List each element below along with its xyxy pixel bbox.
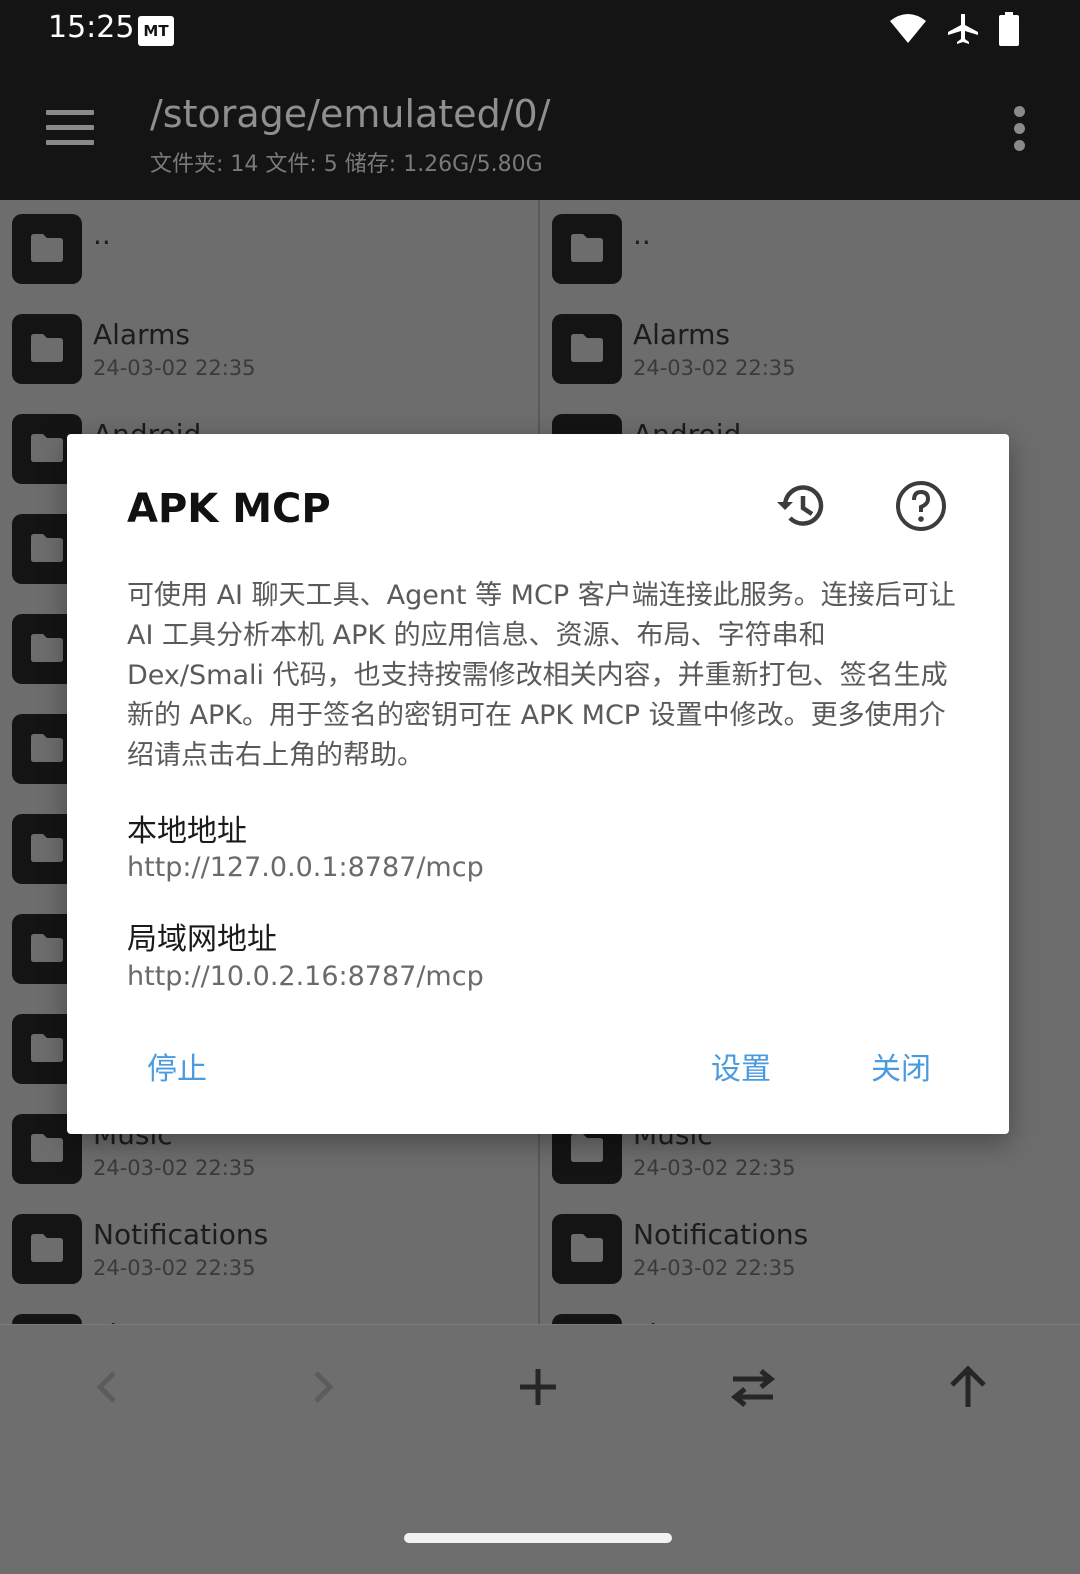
swap-icon[interactable] <box>723 1357 783 1417</box>
bottom-action-bar <box>0 1324 1080 1574</box>
close-button[interactable]: 关闭 <box>871 1044 931 1088</box>
mt-app-icon: MT <box>138 16 174 46</box>
folder-icon <box>12 1214 82 1284</box>
current-path[interactable]: /storage/emulated/0/ <box>150 92 550 136</box>
status-bar: 15:25 MT <box>0 0 1080 62</box>
airplane-icon <box>948 14 978 44</box>
help-icon[interactable] <box>891 476 951 536</box>
local-address-label: 本地地址 <box>127 814 247 849</box>
folder-icon <box>12 214 82 284</box>
file-date: 24-03-02 22:35 <box>633 1256 796 1280</box>
home-indicator[interactable] <box>404 1533 672 1543</box>
file-row[interactable]: Pictures <box>0 1300 538 1324</box>
app-toolbar: /storage/emulated/0/ 文件夹: 14 文件: 5 储存: 1… <box>0 62 1080 200</box>
stop-button[interactable]: 停止 <box>147 1044 207 1088</box>
forward-icon[interactable] <box>292 1357 352 1417</box>
more-options-icon[interactable] <box>1014 106 1028 152</box>
add-icon[interactable] <box>508 1357 568 1417</box>
dialog-title: APK MCP <box>127 486 331 532</box>
lan-address-label: 局域网地址 <box>127 922 277 957</box>
file-date: 24-03-02 22:35 <box>93 1256 256 1280</box>
file-row[interactable]: .. <box>540 200 1080 300</box>
file-name: Notifications <box>633 1218 809 1251</box>
history-icon[interactable] <box>771 476 831 536</box>
lan-address-value[interactable]: http://10.0.2.16:8787/mcp <box>127 961 484 992</box>
folder-icon <box>12 1314 82 1324</box>
file-name: Alarms <box>633 318 730 351</box>
file-row[interactable]: Alarms 24-03-02 22:35 <box>540 300 1080 400</box>
menu-icon[interactable] <box>46 110 94 146</box>
status-time: 15:25 <box>48 10 135 45</box>
back-icon[interactable] <box>78 1357 138 1417</box>
folder-icon <box>552 314 622 384</box>
file-date: 24-03-02 22:35 <box>633 1156 796 1180</box>
folder-icon <box>12 314 82 384</box>
file-name: .. <box>633 218 651 251</box>
file-row[interactable]: Notifications 24-03-02 22:35 <box>540 1200 1080 1300</box>
folder-icon <box>552 214 622 284</box>
file-date: 24-03-02 22:35 <box>633 356 796 380</box>
local-address-value[interactable]: http://127.0.0.1:8787/mcp <box>127 852 484 883</box>
file-date: 24-03-02 22:35 <box>93 1156 256 1180</box>
file-date: 24-03-02 22:35 <box>93 356 256 380</box>
file-row[interactable]: Notifications 24-03-02 22:35 <box>0 1200 538 1300</box>
file-name: .. <box>93 218 111 251</box>
up-arrow-icon[interactable] <box>938 1357 998 1417</box>
file-row[interactable]: Pictures <box>540 1300 1080 1324</box>
file-row[interactable]: .. <box>0 200 538 300</box>
folder-icon <box>552 1214 622 1284</box>
file-name: Notifications <box>93 1218 269 1251</box>
storage-summary: 文件夹: 14 文件: 5 储存: 1.26G/5.80G <box>150 152 543 177</box>
settings-button[interactable]: 设置 <box>711 1044 771 1088</box>
apk-mcp-dialog: APK MCP 可使用 AI 聊天工具、Agent 等 MCP 客户端连接此服务… <box>67 434 1009 1134</box>
file-name: Alarms <box>93 318 190 351</box>
file-row[interactable]: Alarms 24-03-02 22:35 <box>0 300 538 400</box>
battery-icon <box>999 12 1019 46</box>
folder-icon <box>552 1314 622 1324</box>
dialog-description: 可使用 AI 聊天工具、Agent 等 MCP 客户端连接此服务。连接后可让 A… <box>127 580 956 771</box>
wifi-icon <box>890 14 926 43</box>
